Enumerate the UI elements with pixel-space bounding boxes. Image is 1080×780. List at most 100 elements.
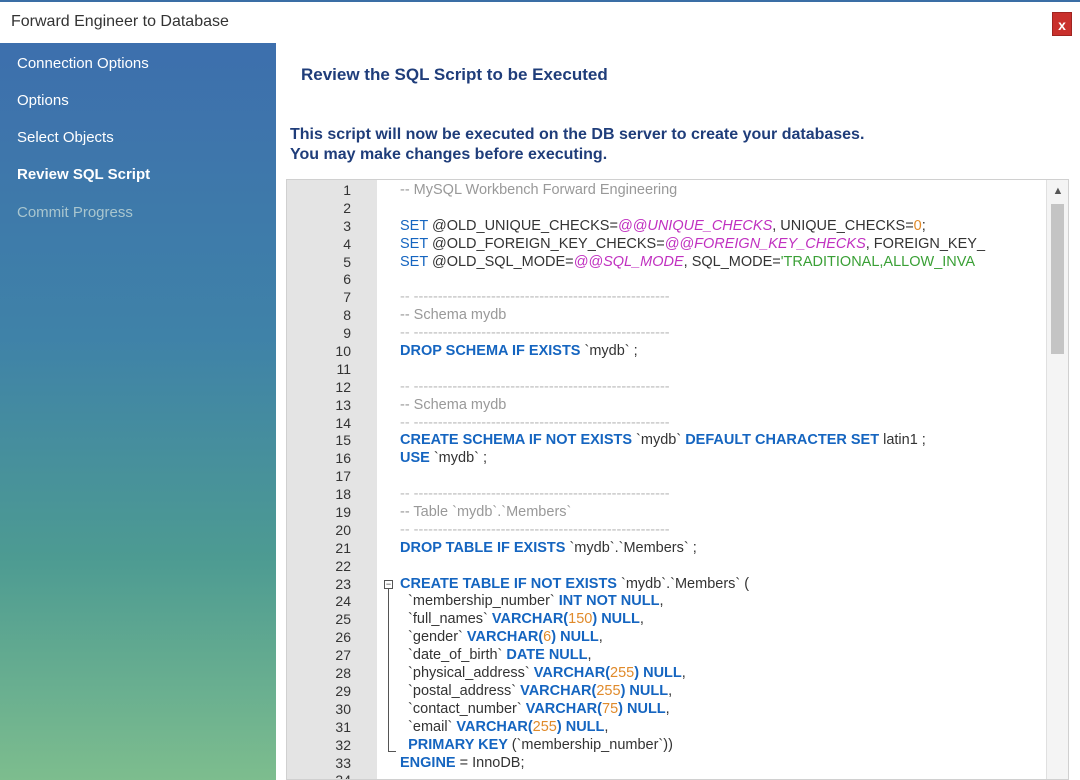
code-text: -- -------------------------------------… bbox=[400, 325, 670, 341]
line-number: 22 bbox=[335, 557, 351, 574]
sidebar-item-connection-options[interactable]: Connection Options bbox=[17, 55, 149, 72]
line-number: 13 bbox=[335, 396, 351, 413]
sidebar-item-commit-progress: Commit Progress bbox=[17, 204, 133, 221]
main-panel: Review the SQL Script to be Executed Thi… bbox=[276, 43, 1080, 780]
code-line[interactable]: 10 DROP SCHEMA IF EXISTS `mydb` ; bbox=[287, 343, 1047, 361]
code-line[interactable]: 12 -- -----------------------------------… bbox=[287, 379, 1047, 397]
code-line[interactable]: 14 -- -----------------------------------… bbox=[287, 415, 1047, 433]
line-number: 10 bbox=[335, 343, 351, 360]
code-token: `postal_address` bbox=[400, 682, 521, 699]
code-token: 150 bbox=[568, 611, 593, 628]
code-text: -- Schema mydb bbox=[400, 397, 506, 413]
scroll-thumb[interactable] bbox=[1051, 204, 1064, 354]
code-token: DROP SCHEMA IF EXISTS bbox=[400, 343, 585, 360]
code-token: 255 bbox=[596, 682, 621, 699]
code-line[interactable]: 7 -- ------------------------------------… bbox=[287, 289, 1047, 307]
code-line[interactable]: 5 SET @OLD_SQL_MODE=@@SQL_MODE, SQL_MODE=… bbox=[287, 254, 1047, 272]
code-line[interactable]: 15 CREATE SCHEMA IF NOT EXISTS `mydb` DEF… bbox=[287, 432, 1047, 450]
code-token: , UNIQUE_CHECKS= bbox=[772, 217, 914, 234]
line-number: 6 bbox=[343, 271, 351, 288]
fold-toggle-icon[interactable]: − bbox=[384, 579, 393, 589]
code-line[interactable]: 32 PRIMARY KEY (`membership_number`)) bbox=[287, 737, 1047, 755]
code-token: , bbox=[659, 593, 664, 610]
vertical-scrollbar[interactable]: ▲ bbox=[1046, 180, 1068, 779]
code-token: , SQL_MODE= bbox=[683, 253, 781, 270]
code-text: DROP SCHEMA IF EXISTS `mydb` ; bbox=[400, 343, 638, 359]
code-line[interactable]: 2 bbox=[287, 200, 1047, 218]
code-line[interactable]: 13 -- Schema mydb bbox=[287, 397, 1047, 415]
code-text: `full_names` VARCHAR(150) NULL, bbox=[400, 611, 644, 627]
code-line[interactable]: 1 -- MySQL Workbench Forward Engineering bbox=[287, 182, 1047, 200]
code-line[interactable]: 4 SET @OLD_FOREIGN_KEY_CHECKS=@@FOREIGN_K… bbox=[287, 236, 1047, 254]
code-token: SET bbox=[400, 253, 432, 270]
line-number: 29 bbox=[335, 682, 351, 699]
code-line[interactable]: 16 USE `mydb` ; bbox=[287, 450, 1047, 468]
code-token: `mydb`.`Members` ( bbox=[621, 575, 750, 592]
code-token: @OLD_SQL_MODE= bbox=[431, 253, 574, 270]
code-token: @@UNIQUE_CHECKS bbox=[617, 217, 773, 234]
code-line[interactable]: 3 SET @OLD_UNIQUE_CHECKS=@@UNIQUE_CHECKS,… bbox=[287, 218, 1047, 236]
line-number: 31 bbox=[335, 718, 351, 735]
code-text: SET @OLD_SQL_MODE=@@SQL_MODE, SQL_MODE='… bbox=[400, 254, 975, 270]
fold-guide-end bbox=[388, 750, 396, 752]
code-text: -- -------------------------------------… bbox=[400, 379, 670, 395]
code-line[interactable]: 33 ENGINE = InnoDB; bbox=[287, 755, 1047, 773]
code-token: `contact_number` bbox=[400, 700, 526, 717]
code-token: CREATE TABLE IF NOT EXISTS bbox=[400, 575, 621, 592]
code-token: , bbox=[681, 665, 686, 682]
scroll-up-icon[interactable]: ▲ bbox=[1047, 180, 1068, 202]
code-text: -- -------------------------------------… bbox=[400, 522, 670, 538]
code-token: DEFAULT CHARACTER SET bbox=[685, 432, 884, 449]
line-number: 24 bbox=[335, 593, 351, 610]
code-line[interactable]: 30 `contact_number` VARCHAR(75) NULL, bbox=[287, 701, 1047, 719]
code-token: -- Schema mydb bbox=[400, 307, 507, 324]
code-line[interactable]: 8 -- Schema mydb bbox=[287, 307, 1047, 325]
sidebar-item-review-sql-script[interactable]: Review SQL Script bbox=[17, 166, 150, 183]
code-text: CREATE SCHEMA IF NOT EXISTS `mydb` DEFAU… bbox=[400, 432, 926, 448]
code-token: 75 bbox=[602, 700, 619, 717]
code-line[interactable]: 29 `postal_address` VARCHAR(255) NULL, bbox=[287, 683, 1047, 701]
code-text: -- -------------------------------------… bbox=[400, 289, 670, 305]
code-line[interactable]: 23 − CREATE TABLE IF NOT EXISTS `mydb`.`Me… bbox=[287, 576, 1047, 594]
code-line[interactable]: 19 -- Table `mydb`.`Members` bbox=[287, 504, 1047, 522]
code-area[interactable]: 1 -- MySQL Workbench Forward Engineering 2… bbox=[287, 182, 1047, 779]
line-number: 2 bbox=[343, 199, 351, 216]
code-line[interactable]: 34 bbox=[287, 772, 1047, 779]
line-number: 19 bbox=[335, 504, 351, 521]
code-token: 255 bbox=[532, 718, 557, 735]
code-token: ) NULL bbox=[592, 611, 640, 628]
code-token: -- MySQL Workbench Forward Engineering bbox=[400, 182, 678, 198]
code-line[interactable]: 6 bbox=[287, 271, 1047, 289]
line-number: 21 bbox=[335, 539, 351, 556]
sidebar-item-options[interactable]: Options bbox=[17, 92, 69, 109]
line-number: 3 bbox=[343, 217, 351, 234]
code-line[interactable]: 31 `email` VARCHAR(255) NULL, bbox=[287, 719, 1047, 737]
code-line[interactable]: 25 `full_names` VARCHAR(150) NULL, bbox=[287, 611, 1047, 629]
code-token: -- Schema mydb bbox=[400, 396, 507, 413]
code-line[interactable]: 27 `date_of_birth` DATE NULL, bbox=[287, 647, 1047, 665]
code-line[interactable]: 22 bbox=[287, 558, 1047, 576]
code-token: @OLD_FOREIGN_KEY_CHECKS= bbox=[431, 235, 665, 252]
code-line[interactable]: 28 `physical_address` VARCHAR(255) NULL, bbox=[287, 665, 1047, 683]
code-token: `gender` bbox=[400, 629, 467, 646]
page-title: Review the SQL Script to be Executed bbox=[301, 65, 608, 84]
code-line[interactable]: 18 -- -----------------------------------… bbox=[287, 486, 1047, 504]
code-token: `membership_number` bbox=[400, 593, 559, 610]
code-text: USE `mydb` ; bbox=[400, 450, 487, 466]
code-line[interactable]: 20 -- -----------------------------------… bbox=[287, 522, 1047, 540]
code-token: @OLD_UNIQUE_CHECKS= bbox=[431, 217, 618, 234]
close-button[interactable]: x bbox=[1052, 12, 1072, 36]
description-line-2: You may make changes before executing. bbox=[290, 146, 608, 163]
code-line[interactable]: 17 bbox=[287, 468, 1047, 486]
code-line[interactable]: 21 DROP TABLE IF EXISTS `mydb`.`Members` … bbox=[287, 540, 1047, 558]
code-line[interactable]: 24 `membership_number` INT NOT NULL, bbox=[287, 593, 1047, 611]
title-bar: Forward Engineer to Database x bbox=[0, 0, 1080, 43]
code-token: VARCHAR( bbox=[466, 629, 544, 646]
code-token: VARCHAR( bbox=[456, 718, 533, 735]
code-line[interactable]: 26 `gender` VARCHAR(6) NULL, bbox=[287, 629, 1047, 647]
code-line[interactable]: 11 bbox=[287, 361, 1047, 379]
code-line[interactable]: 9 -- ------------------------------------… bbox=[287, 325, 1047, 343]
code-token: , bbox=[639, 611, 644, 628]
sidebar-item-select-objects[interactable]: Select Objects bbox=[17, 129, 114, 146]
sql-script-editor[interactable]: 1 -- MySQL Workbench Forward Engineering 2… bbox=[286, 179, 1069, 780]
